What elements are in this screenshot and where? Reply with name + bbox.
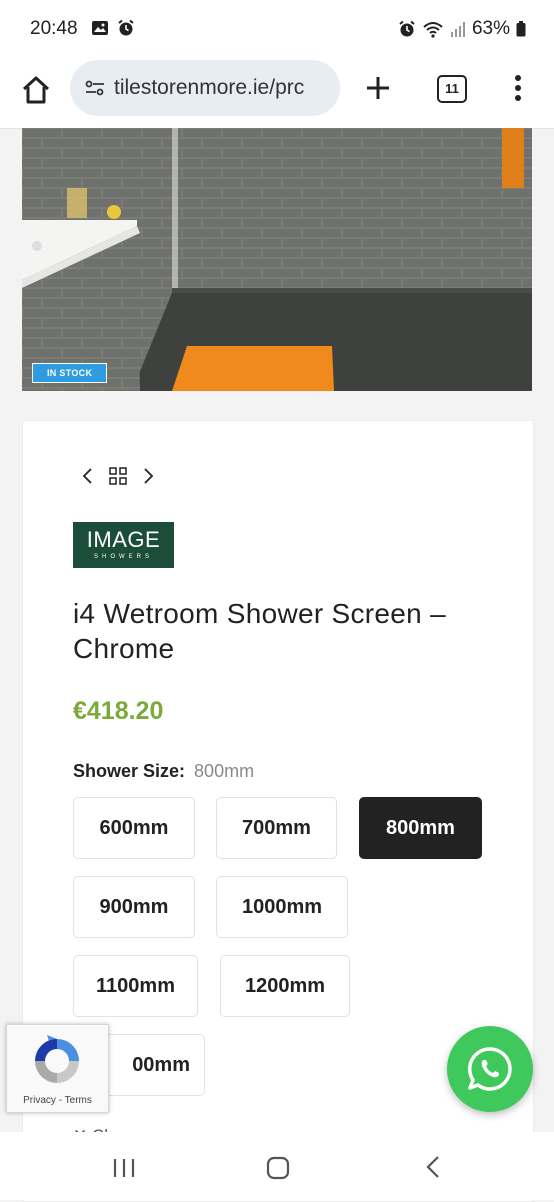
product-navigation — [81, 467, 155, 485]
tabs-icon[interactable]: 11 — [437, 75, 467, 103]
url-text: tilestorenmore.ie/prc — [114, 76, 305, 99]
size-option-1100[interactable]: 1100mm — [73, 955, 198, 1017]
whatsapp-button[interactable] — [447, 1026, 533, 1112]
size-option-700[interactable]: 700mm — [216, 797, 337, 859]
size-option-1000[interactable]: 1000mm — [216, 876, 348, 938]
size-option-900[interactable]: 900mm — [73, 876, 195, 938]
wifi-icon — [423, 22, 443, 38]
brand-logo-main: IMAGE — [86, 527, 161, 552]
product-price: €418.20 — [73, 697, 164, 725]
chevron-left-icon[interactable] — [81, 467, 95, 485]
status-time: 20:48 — [30, 18, 78, 39]
recaptcha-badge[interactable]: Privacy - Terms — [6, 1024, 109, 1113]
address-bar[interactable]: tilestorenmore.ie/prc — [70, 60, 340, 116]
alarm-icon — [118, 19, 134, 36]
browser-toolbar: tilestorenmore.ie/prc 11 — [0, 58, 554, 129]
recaptcha-icon — [35, 1035, 79, 1083]
site-settings-icon[interactable] — [84, 77, 106, 99]
menu-icon[interactable] — [508, 72, 528, 104]
system-navigation-bar — [0, 1132, 554, 1200]
battery-icon — [516, 21, 526, 37]
alarm-icon — [399, 20, 415, 37]
status-bar: 20:48 63% — [0, 0, 554, 58]
home-nav-icon[interactable] — [266, 1156, 290, 1180]
brand-logo[interactable]: IMAGE SHOWERS — [73, 522, 174, 568]
size-option-800[interactable]: 800mm — [359, 797, 482, 859]
product-title: i4 Wetroom Shower Screen – Chrome — [73, 598, 447, 664]
brand-logo-sub: SHOWERS — [93, 554, 153, 560]
stock-badge: IN STOCK — [32, 363, 108, 383]
whatsapp-icon — [467, 1047, 512, 1091]
size-option-1400-label: 00mm — [132, 1053, 190, 1076]
size-selected-value: 800mm — [194, 761, 255, 781]
plus-icon[interactable] — [362, 72, 394, 104]
chevron-right-icon[interactable] — [141, 467, 155, 485]
bathroom-illustration — [22, 128, 532, 391]
home-icon[interactable] — [20, 74, 52, 106]
back-icon[interactable] — [424, 1154, 442, 1180]
recents-icon[interactable] — [111, 1156, 137, 1180]
size-label: Shower Size: — [73, 761, 186, 781]
signal-icon — [450, 22, 465, 37]
recaptcha-links[interactable]: Privacy - Terms — [7, 1095, 108, 1106]
battery-percent: 63% — [471, 18, 510, 39]
size-label-row: Shower Size: 800mm — [73, 761, 254, 782]
gallery-icon — [92, 21, 108, 35]
size-option-1200[interactable]: 1200mm — [220, 955, 350, 1017]
size-option-600[interactable]: 600mm — [73, 797, 195, 859]
grid-icon[interactable] — [109, 467, 127, 485]
product-image[interactable]: IN STOCK — [22, 128, 532, 391]
